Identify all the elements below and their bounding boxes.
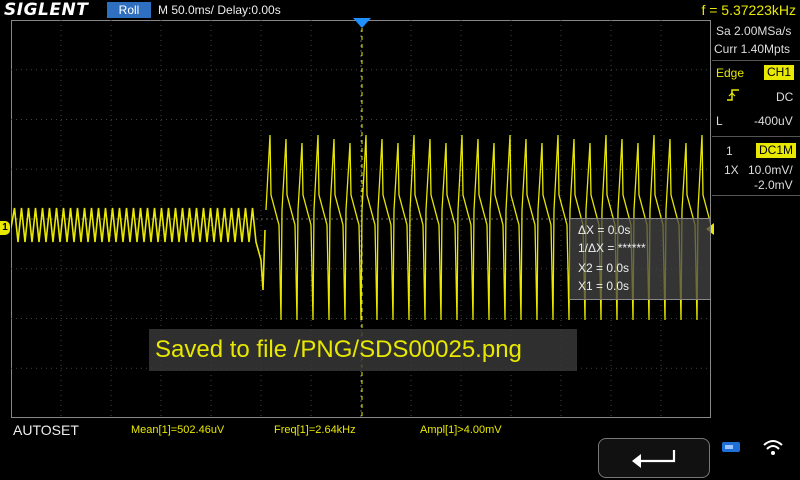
acquisition-mode-badge[interactable]: Roll bbox=[107, 2, 151, 18]
cursor-x1: X1 = 0.0s bbox=[578, 279, 630, 293]
divider bbox=[712, 195, 800, 196]
channel-coupling-badge[interactable]: DC1M bbox=[756, 143, 797, 158]
trigger-level: -400uV bbox=[754, 114, 793, 128]
memory-depth: Curr 1.40Mpts bbox=[714, 42, 791, 56]
cursor-delta-x: ΔX = 0.0s bbox=[578, 223, 631, 237]
sample-rate: Sa 2.00MSa/s bbox=[716, 24, 792, 38]
measurement-frequency: Freq[1]=2.64kHz bbox=[274, 424, 356, 436]
autoset-label[interactable]: AUTOSET bbox=[13, 422, 79, 438]
brand-logo: SIGLENT bbox=[4, 0, 89, 20]
cursor-inverse-delta-x: 1/ΔX = ****** bbox=[578, 241, 646, 255]
probe-ratio: 1X bbox=[724, 163, 739, 177]
measurement-amplitude: Ampl[1]>4.00mV bbox=[420, 424, 502, 436]
frequency-counter: f = 5.37223kHz bbox=[701, 2, 796, 18]
trigger-source-badge[interactable]: CH1 bbox=[764, 65, 795, 80]
back-arrow-icon bbox=[632, 450, 676, 468]
cursor-x2: X2 = 0.0s bbox=[578, 261, 630, 275]
right-info-panel: Sa 2.00MSa/s Curr 1.40Mpts Edge CH1 DC L… bbox=[712, 20, 800, 196]
trigger-level-label: L bbox=[716, 114, 723, 128]
trigger-position-icon[interactable] bbox=[353, 18, 371, 28]
trigger-rising-edge-icon bbox=[727, 89, 739, 101]
usb-icon bbox=[722, 442, 740, 452]
top-status-bar: SIGLENT Roll M 50.0ms/ Delay:0.00s f = 5… bbox=[0, 0, 800, 20]
vertical-scale: 10.0mV/ bbox=[748, 163, 793, 177]
channel-number[interactable]: 1 bbox=[726, 144, 733, 158]
trace-segment-left bbox=[11, 207, 266, 291]
divider bbox=[712, 136, 800, 137]
cursor-readout-panel: ΔX = 0.0s 1/ΔX = ****** X2 = 0.0s X1 = 0… bbox=[569, 218, 711, 300]
timebase-readout[interactable]: M 50.0ms/ Delay:0.00s bbox=[158, 2, 281, 18]
divider bbox=[712, 60, 800, 61]
trigger-type[interactable]: Edge bbox=[716, 66, 744, 80]
wifi-icon bbox=[763, 440, 783, 455]
trigger-coupling: DC bbox=[776, 90, 794, 104]
back-button[interactable] bbox=[598, 438, 710, 478]
channel1-offset-marker[interactable]: 1 bbox=[0, 221, 10, 235]
bottom-status-bar: AUTOSET Mean[1]=502.46uV Freq[1]=2.64kHz… bbox=[0, 418, 800, 480]
vertical-offset: -2.0mV bbox=[754, 178, 793, 192]
measurement-mean: Mean[1]=502.46uV bbox=[131, 424, 225, 436]
save-notification: Saved to file /PNG/SDS00025.png bbox=[149, 329, 577, 371]
